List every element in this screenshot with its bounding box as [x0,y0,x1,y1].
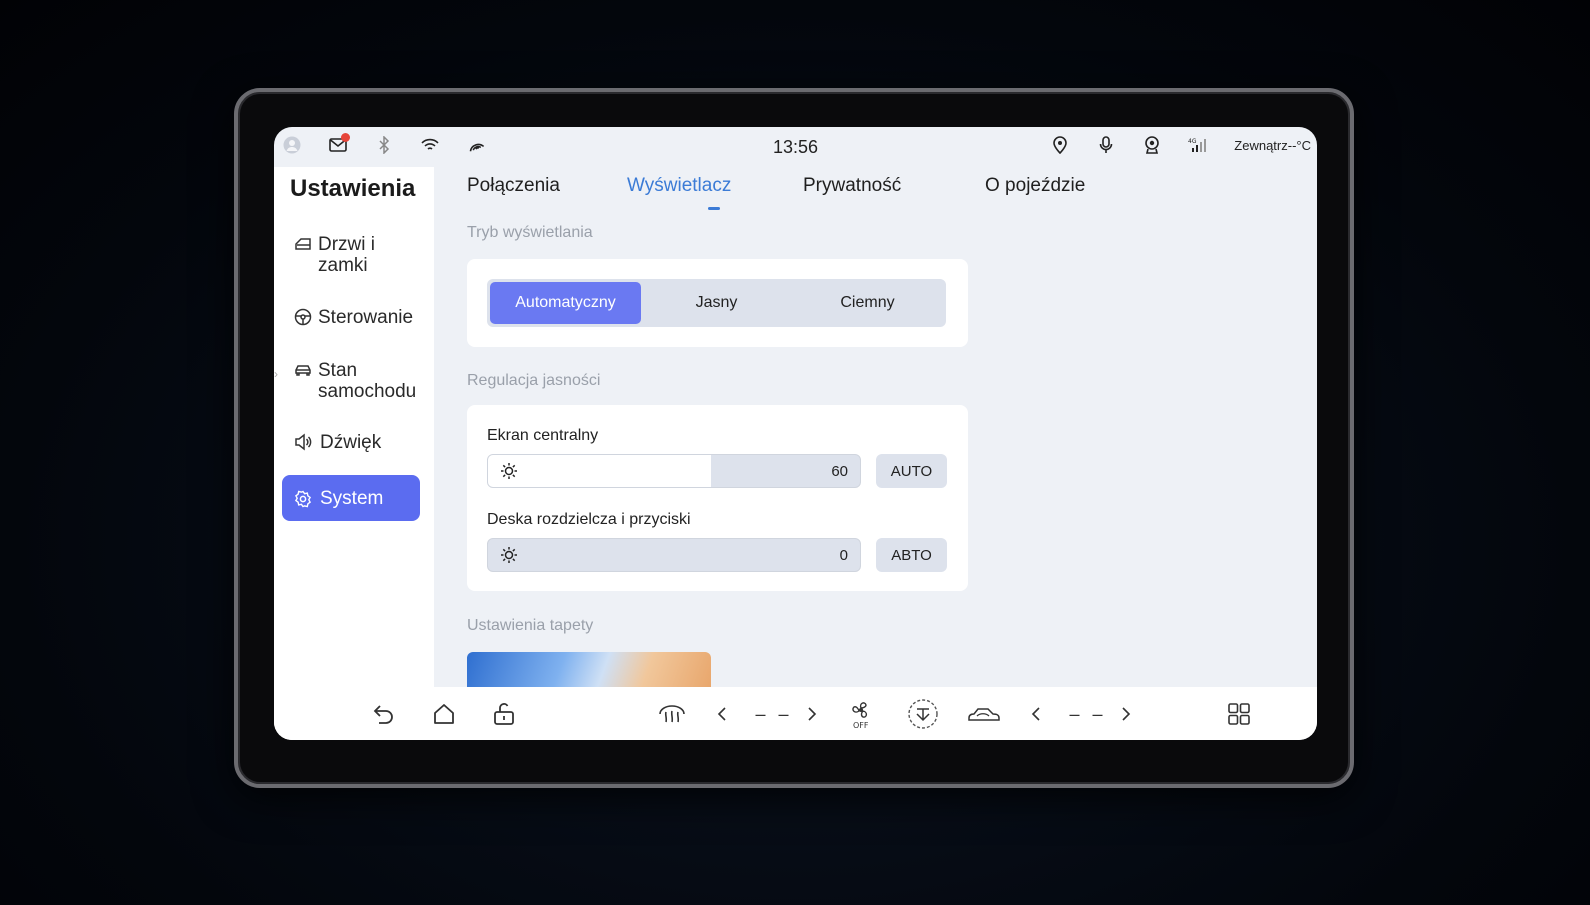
sidebar-item-vehicle-status[interactable]: Stan samochodu [282,350,420,412]
sun-icon [500,546,518,569]
passenger-temperature: – – [1069,703,1107,724]
svg-text:OFF: OFF [853,721,869,729]
car-air-circulation-icon[interactable] [966,699,1002,729]
apps-grid-icon[interactable] [1224,699,1254,729]
display-mode-option-auto[interactable]: Automatyczny [490,282,641,324]
central-screen-brightness-slider[interactable]: 60 [487,454,861,488]
central-screen-label: Ekran centralny [487,427,599,444]
wallpaper-label: Ustawienia tapety [467,617,594,634]
front-defrost-icon[interactable] [656,699,688,729]
slider-fill [488,455,712,487]
dashboard-brightness-slider[interactable]: 0 [487,538,861,572]
outside-temperature: Zewnątrz--°C [1234,137,1311,153]
sidebar: Ustawienia Drzwi i zamki Sterowanie Stan… [274,167,434,740]
chevron-right-icon[interactable] [1116,699,1136,729]
gear-icon [294,490,314,508]
display-mode-label: Tryb wyświetlania [467,224,593,241]
sidebar-item-label: Dźwięk [320,432,382,453]
fan-off-icon[interactable]: OFF [846,699,876,729]
status-bar: 13:56 4G Zewnątrz--°C [274,127,1317,167]
sidebar-item-doors[interactable]: Drzwi i zamki [282,224,420,286]
location-icon[interactable] [1050,135,1070,155]
sidebar-item-sound[interactable]: Dźwięk [282,422,420,463]
sidebar-item-steering[interactable]: Sterowanie [282,297,420,338]
display-mode-option-light[interactable]: Jasny [641,282,792,324]
car-screen: 13:56 4G Zewnątrz--°C Ustawienia Drzwi i… [274,127,1317,740]
tab-connections[interactable]: Połączenia [467,175,627,197]
sidebar-item-label: Sterowanie [318,307,414,328]
chevron-left-icon[interactable] [1026,699,1046,729]
bottom-dock: – – OFF – – [274,687,1317,740]
chevron-right-icon[interactable] [802,699,822,729]
display-mode-card: Automatyczny Jasny Ciemny [467,259,968,347]
display-mode-option-dark[interactable]: Ciemny [792,282,943,324]
cellular-4g-icon: 4G [1188,135,1208,155]
chevron-left-icon[interactable] [712,699,732,729]
slider-value: 0 [839,547,848,564]
back-icon[interactable] [369,699,399,729]
tab-about-vehicle[interactable]: O pojeździe [985,175,1085,197]
central-screen-auto-button[interactable]: AUTO [876,454,947,488]
car-icon [294,361,312,379]
camera-icon[interactable] [1142,135,1162,155]
climate-auto-icon[interactable] [906,699,940,729]
steering-wheel-icon [294,308,312,326]
slider-value: 60 [831,463,848,480]
microphone-icon[interactable] [1096,135,1116,155]
tab-privacy[interactable]: Prywatność [803,175,985,197]
display-mode-segmented-control: Automatyczny Jasny Ciemny [487,279,946,327]
dashboard-auto-button[interactable]: ABTO [876,538,947,572]
sidebar-title: Ustawienia [290,175,416,202]
dashboard-label: Deska rozdzielcza i przyciski [487,511,691,528]
tab-display[interactable]: Wyświetlacz [627,175,803,210]
sidebar-item-system[interactable]: System [282,475,420,521]
driver-temperature: – – [755,703,793,724]
sidebar-item-label: System [320,487,384,509]
sidebar-item-label: Drzwi i zamki [318,234,375,276]
door-icon [294,235,312,253]
brightness-label: Regulacja jasności [467,372,601,389]
svg-text:4G: 4G [1188,138,1197,145]
home-icon[interactable] [429,699,459,729]
unlock-icon[interactable] [489,699,519,729]
sun-icon [500,462,518,485]
tab-bar: Połączenia Wyświetlacz Prywatność O poje… [467,175,1085,210]
speaker-icon [294,433,314,451]
sidebar-item-label: Stan samochodu [318,360,417,402]
chevron-right-icon: › [274,367,278,381]
brightness-card: Ekran centralny 60 AUTO Deska rozdzielcz… [467,405,968,591]
